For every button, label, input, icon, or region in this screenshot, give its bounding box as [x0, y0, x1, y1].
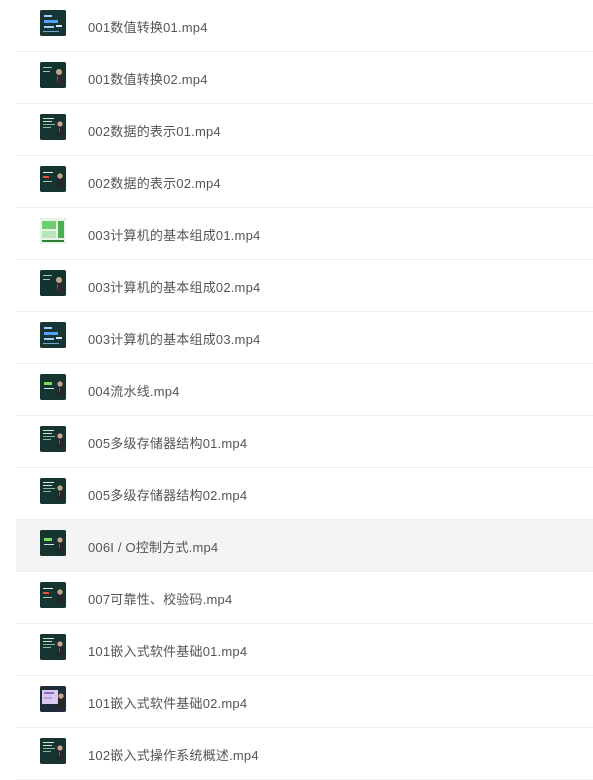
file-name[interactable]: 102嵌入式操作系统概述.mp4	[88, 745, 259, 764]
file-name[interactable]: 003计算机的基本组成01.mp4	[88, 225, 260, 244]
file-name[interactable]: 005多级存储器结构02.mp4	[88, 485, 247, 504]
file-row[interactable]: 101嵌入式软件基础01.mp4	[16, 624, 593, 676]
video-thumbnail-icon[interactable]	[40, 114, 66, 140]
video-thumbnail-icon[interactable]	[40, 10, 66, 36]
file-row[interactable]: 102嵌入式操作系统概述.mp4	[16, 728, 593, 780]
video-thumbnail-icon[interactable]	[40, 582, 66, 608]
file-name[interactable]: 101嵌入式软件基础01.mp4	[88, 641, 247, 660]
file-row[interactable]: 004流水线.mp4	[16, 364, 593, 416]
video-thumbnail-icon[interactable]	[40, 166, 66, 192]
file-name[interactable]: 006I / O控制方式.mp4	[88, 537, 218, 556]
file-row[interactable]: 001数值转换02.mp4	[16, 52, 593, 104]
video-thumbnail-icon[interactable]	[40, 426, 66, 452]
video-thumbnail-icon[interactable]	[40, 322, 66, 348]
file-name[interactable]: 002数据的表示02.mp4	[88, 173, 221, 192]
file-row[interactable]: 006I / O控制方式.mp4	[16, 520, 593, 572]
file-row[interactable]: 005多级存储器结构01.mp4	[16, 416, 593, 468]
file-row[interactable]: 003计算机的基本组成01.mp4	[16, 208, 593, 260]
file-row[interactable]: 003计算机的基本组成02.mp4	[16, 260, 593, 312]
file-name[interactable]: 003计算机的基本组成03.mp4	[88, 329, 260, 348]
file-row[interactable]: 005多级存储器结构02.mp4	[16, 468, 593, 520]
video-thumbnail-icon[interactable]	[40, 738, 66, 764]
video-thumbnail-icon[interactable]	[40, 270, 66, 296]
file-row[interactable]: 002数据的表示01.mp4	[16, 104, 593, 156]
file-row[interactable]: 002数据的表示02.mp4	[16, 156, 593, 208]
file-row[interactable]: 007可靠性、校验码.mp4	[16, 572, 593, 624]
video-thumbnail-icon[interactable]	[40, 478, 66, 504]
file-name[interactable]: 101嵌入式软件基础02.mp4	[88, 693, 247, 712]
file-name[interactable]: 001数值转换02.mp4	[88, 69, 208, 88]
video-thumbnail-icon[interactable]	[40, 218, 66, 244]
file-row[interactable]: 001数值转换01.mp4	[16, 0, 593, 52]
video-thumbnail-icon[interactable]	[40, 374, 66, 400]
file-row[interactable]: 101嵌入式软件基础02.mp4	[16, 676, 593, 728]
video-thumbnail-icon[interactable]	[40, 62, 66, 88]
video-thumbnail-icon[interactable]	[40, 686, 66, 712]
file-name[interactable]: 007可靠性、校验码.mp4	[88, 589, 232, 608]
video-thumbnail-icon[interactable]	[40, 634, 66, 660]
file-list: 001数值转换01.mp4 001数值转换02.mp4 002数据的表示01.mp4…	[16, 0, 593, 780]
file-row[interactable]: 003计算机的基本组成03.mp4	[16, 312, 593, 364]
file-name[interactable]: 003计算机的基本组成02.mp4	[88, 277, 260, 296]
video-thumbnail-icon[interactable]	[40, 530, 66, 556]
file-name[interactable]: 004流水线.mp4	[88, 381, 180, 400]
file-name[interactable]: 002数据的表示01.mp4	[88, 121, 221, 140]
file-name[interactable]: 005多级存储器结构01.mp4	[88, 433, 247, 452]
file-name[interactable]: 001数值转换01.mp4	[88, 17, 208, 36]
